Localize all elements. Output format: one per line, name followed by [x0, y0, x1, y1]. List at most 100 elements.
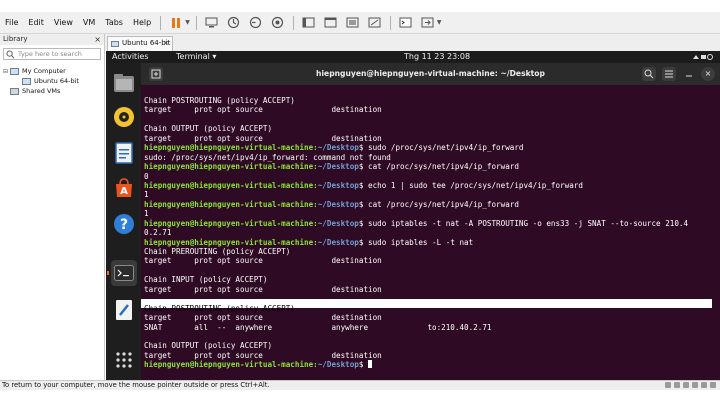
- device-status-icons[interactable]: [662, 382, 716, 388]
- search-icon[interactable]: [642, 67, 656, 81]
- terminal-line: target prot opt source destination: [144, 350, 382, 360]
- rhythmbox-icon[interactable]: [111, 104, 137, 130]
- library-title: Library: [0, 34, 104, 45]
- terminal-line: Chain PREROUTING (policy ACCEPT): [144, 247, 291, 256]
- terminal-output[interactable]: Chain POSTROUTING (policy ACCEPT) target …: [144, 96, 718, 370]
- multi-monitor-icon[interactable]: [367, 15, 383, 30]
- library-close-icon[interactable]: ×: [94, 34, 101, 45]
- vm-menubar: File Edit View VM Tabs Help ▼ ▼: [0, 12, 720, 34]
- library-search-input[interactable]: Type here to search: [3, 48, 101, 60]
- hdd-icon: [665, 382, 671, 388]
- prompt-path: ~/Desktop: [317, 237, 359, 247]
- prompt-user: hiepnguyen@hiepnguyen-virtual-machine:: [144, 162, 318, 172]
- terminal-window[interactable]: hiepnguyen@hiepnguyen-virtual-machine: ~…: [141, 63, 720, 380]
- terminal-line: Chain INPUT (policy ACCEPT): [144, 275, 268, 285]
- terminal-title: hiepnguyen@hiepnguyen-virtual-machine: ~…: [316, 69, 545, 78]
- activities-button[interactable]: Activities: [112, 51, 149, 63]
- svg-text:?: ?: [120, 217, 128, 233]
- prompt-path: ~/Desktop: [317, 143, 359, 153]
- help-icon[interactable]: ?: [111, 211, 137, 237]
- prompt-user: hiepnguyen@hiepnguyen-virtual-machine:: [144, 360, 318, 370]
- terminal-line: target prot opt source destination: [144, 105, 382, 115]
- system-tray[interactable]: [692, 53, 714, 63]
- search-icon: [6, 50, 15, 59]
- console-icon[interactable]: [398, 15, 414, 30]
- menu-file[interactable]: File: [0, 18, 23, 27]
- ubuntu-software-icon[interactable]: A: [111, 175, 137, 201]
- prompt-path: ~/Desktop: [317, 360, 359, 370]
- view-unity-icon[interactable]: [323, 15, 339, 30]
- terminal-line: Chain OUTPUT (policy ACCEPT): [144, 341, 273, 351]
- stretch-dropdown-icon[interactable]: ▼: [437, 19, 442, 26]
- send-ctrl-alt-del-icon[interactable]: [204, 15, 220, 30]
- tree-item-ubuntu[interactable]: Ubuntu 64-bit: [0, 76, 104, 86]
- files-icon[interactable]: [111, 70, 137, 96]
- close-icon[interactable]: ×: [701, 67, 715, 81]
- status-hint: To return to your computer, move the mou…: [2, 381, 270, 389]
- tab-close-icon[interactable]: ×: [163, 37, 169, 50]
- libreoffice-writer-icon[interactable]: [111, 140, 137, 166]
- toolbar-separator: [389, 15, 391, 30]
- terminal-line: 0: [144, 171, 149, 181]
- sound-icon: [701, 382, 707, 388]
- vm-icon: [111, 41, 119, 47]
- hamburger-menu-icon[interactable]: [662, 67, 676, 81]
- command-text: $ cat /proc/sys/net/ipv4/ip_forward: [358, 162, 519, 172]
- prompt-user: hiepnguyen@hiepnguyen-virtual-machine:: [144, 180, 318, 190]
- terminal-line: hiepnguyen@hiepnguyen-virtual-machine:~/…: [144, 200, 718, 209]
- prompt-user: hiepnguyen@hiepnguyen-virtual-machine:: [144, 143, 318, 153]
- menu-vm[interactable]: VM: [78, 18, 100, 27]
- text-editor-icon[interactable]: [111, 297, 137, 323]
- tree-item-shared-vms[interactable]: Shared VMs: [0, 86, 104, 96]
- toolbar-separator: [195, 15, 197, 30]
- prompt-user: hiepnguyen@hiepnguyen-virtual-machine:: [144, 218, 318, 228]
- vmware-window: File Edit View VM Tabs Help ▼ ▼ Library …: [0, 0, 720, 404]
- shared-vms-icon: [10, 87, 19, 95]
- terminal-icon[interactable]: [111, 260, 137, 286]
- view-normal-icon[interactable]: [301, 15, 317, 30]
- prompt-path: ~/Desktop: [317, 162, 359, 172]
- snapshot-manager-icon[interactable]: [270, 15, 286, 30]
- minimize-icon[interactable]: [682, 67, 696, 81]
- terminal-line: hiepnguyen@hiepnguyen-virtual-machine:~/…: [144, 238, 718, 247]
- menu-help[interactable]: Help: [128, 18, 156, 27]
- menu-tabs[interactable]: Tabs: [100, 18, 128, 27]
- terminal-line: hiepnguyen@hiepnguyen-virtual-machine:~/…: [144, 219, 718, 228]
- app-menu[interactable]: Terminal ▾: [176, 51, 216, 63]
- tree-label: My Computer: [22, 67, 66, 75]
- terminal-cursor: [368, 360, 373, 369]
- guest-screen[interactable]: Activities Terminal ▾ Thg 11 23 23:08 A …: [106, 51, 720, 380]
- terminal-line: 1: [144, 190, 149, 200]
- snapshot-icon[interactable]: [226, 15, 242, 30]
- usb-icon: [692, 382, 698, 388]
- command-text: $ cat /proc/sys/net/ipv4/ip_forward: [358, 199, 519, 209]
- command-text: $ sudo iptables -L -t nat: [358, 237, 474, 247]
- clock[interactable]: Thg 11 23 23:08: [404, 51, 470, 63]
- full-screen-icon[interactable]: [345, 15, 361, 30]
- running-indicator: [107, 271, 109, 275]
- vm-tabbar: Ubuntu 64-bit ×: [105, 34, 720, 51]
- network-icon: [683, 382, 689, 388]
- prompt-path: ~/Desktop: [317, 180, 359, 190]
- pause-icon[interactable]: [168, 15, 184, 30]
- collapse-icon[interactable]: ⊟: [3, 68, 10, 75]
- command-text: $: [358, 360, 369, 370]
- menu-edit[interactable]: Edit: [23, 18, 49, 27]
- menu-view[interactable]: View: [49, 18, 78, 27]
- terminal-line: sudo: /proc/sys/net/ipv4/ip_forward: com…: [144, 152, 391, 162]
- tree-item-my-computer[interactable]: ⊟ My Computer: [0, 66, 104, 76]
- command-text: $ sudo iptables -t nat -A POSTROUTING -o…: [358, 218, 689, 228]
- show-applications-icon[interactable]: [111, 347, 137, 373]
- ubuntu-dock: A ?: [106, 63, 141, 380]
- toolbar-separator: [160, 15, 162, 30]
- tab-ubuntu[interactable]: Ubuntu 64-bit ×: [107, 36, 173, 51]
- terminal-line: target prot opt source destination: [144, 133, 382, 143]
- prompt-path: ~/Desktop: [317, 199, 359, 209]
- svg-text:A: A: [120, 186, 128, 197]
- revert-snapshot-icon[interactable]: [248, 15, 264, 30]
- computer-icon: [10, 67, 19, 75]
- stretch-icon[interactable]: [420, 15, 436, 30]
- pause-dropdown-icon[interactable]: ▼: [185, 19, 190, 26]
